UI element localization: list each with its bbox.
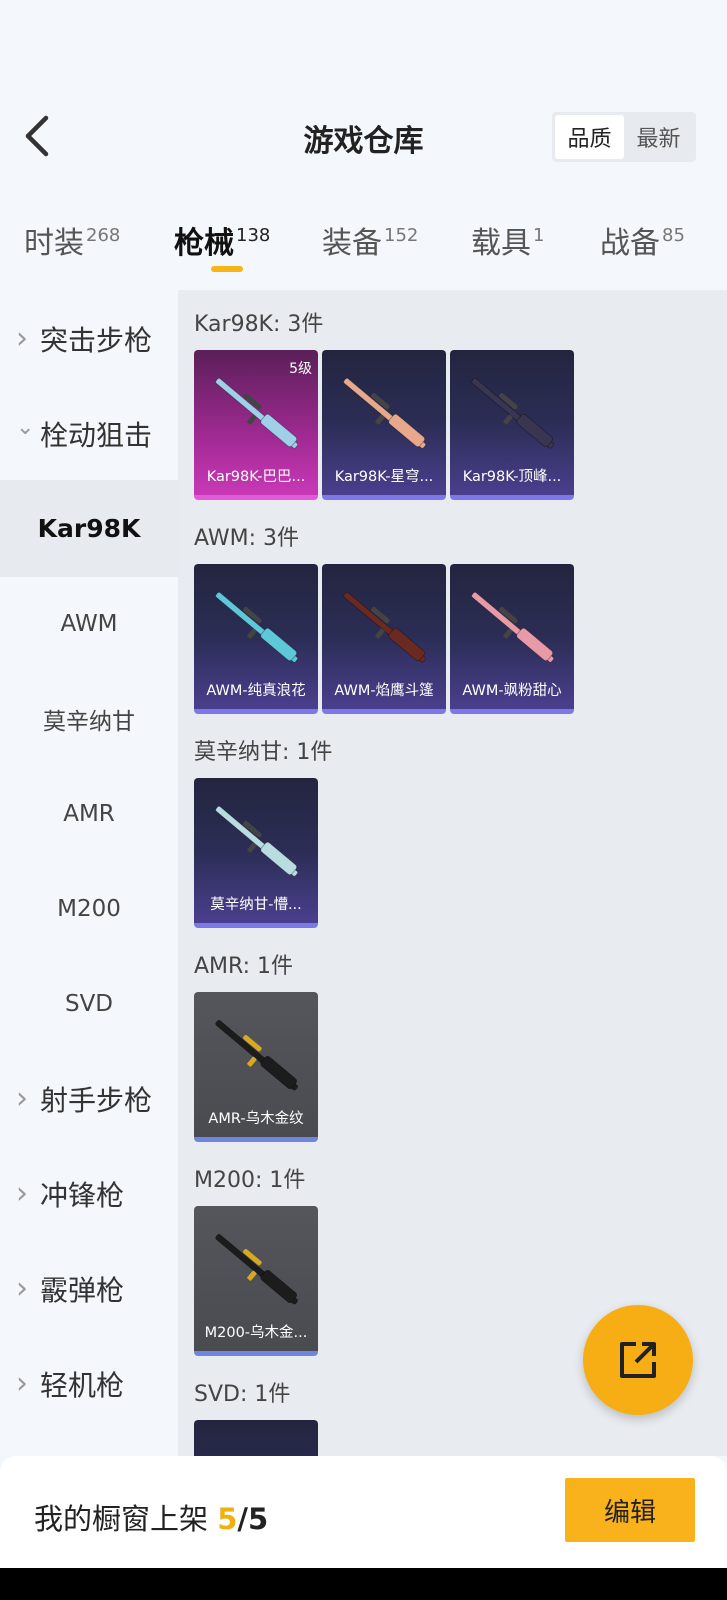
weapon-name: AWM-飒粉甜心 xyxy=(462,683,562,699)
weapon-card[interactable]: AWM-飒粉甜心 xyxy=(450,564,574,714)
sidebar-item[interactable]: › 霰弹枪 xyxy=(0,1240,178,1337)
sort-toggle: 品质 最新 xyxy=(552,112,696,162)
sidebar-item[interactable]: M200 xyxy=(0,860,178,957)
rifle-icon xyxy=(215,591,298,663)
weapon-card[interactable]: 莫辛纳甘-懵... xyxy=(194,778,318,928)
showcase-total-count: 5 xyxy=(248,1502,269,1536)
rifle-icon xyxy=(215,1019,298,1091)
rifle-icon xyxy=(215,1233,298,1305)
sidebar-item[interactable]: › 冲锋枪 xyxy=(0,1145,178,1242)
tab-label: 枪械 xyxy=(174,226,234,261)
rifle-icon xyxy=(215,377,298,449)
sidebar-item-label: 栓动狙击 xyxy=(40,418,153,452)
weapon-card[interactable]: AMR-乌木金纹 xyxy=(194,992,318,1142)
sort-newest-button[interactable]: 最新 xyxy=(624,115,693,159)
weapon-name: Kar98K-巴巴... xyxy=(206,469,306,485)
sidebar-item[interactable]: ⌄ 栓动狙击 xyxy=(0,385,178,482)
rifle-icon xyxy=(343,377,426,449)
weapon-name: AWM-纯真浪花 xyxy=(206,683,306,699)
tab-battle-gear[interactable]: 战备 85 xyxy=(600,218,685,262)
chevron-right-icon: › xyxy=(16,1366,28,1401)
weapon-type-sidebar: › 突击步枪 ⌄ 栓动狙击 Kar98K AWM 莫辛纳甘 AMR M200 SVD › 射手步枪 › 冲… xyxy=(0,290,178,1456)
tab-count: 138 xyxy=(236,225,271,246)
weapon-name: M200-乌木金... xyxy=(204,1325,308,1341)
weapon-name: AMR-乌木金纹 xyxy=(208,1111,304,1127)
sidebar-item-label: 突击步枪 xyxy=(40,323,153,357)
tab-count: 152 xyxy=(384,225,419,246)
sidebar-item[interactable]: › 射手步枪 xyxy=(0,1050,178,1147)
level-badge: 5级 xyxy=(289,361,312,377)
chevron-right-icon: › xyxy=(16,1271,28,1306)
group-title: AWM: 3件 xyxy=(194,526,299,551)
rifle-icon xyxy=(471,591,554,663)
chevron-right-icon: › xyxy=(16,321,28,356)
weapon-card[interactable]: AWM-纯真浪花 xyxy=(194,564,318,714)
showcase-separator: / xyxy=(237,1502,249,1536)
rifle-icon xyxy=(215,805,298,877)
tab-label: 载具 xyxy=(471,226,531,261)
weapon-name: Kar98K-星穹... xyxy=(334,469,434,485)
showcase-current-count: 5 xyxy=(217,1502,238,1536)
showcase-footer: 我的橱窗上架 5/5 编辑 xyxy=(0,1456,727,1568)
tab-label: 装备 xyxy=(322,226,382,261)
sidebar-item-label: 轻机枪 xyxy=(40,1368,125,1402)
active-tab-indicator xyxy=(211,266,243,272)
weapon-name: 莫辛纳甘-懵... xyxy=(210,897,302,913)
edit-button[interactable]: 编辑 xyxy=(565,1478,695,1542)
rifle-icon xyxy=(343,591,426,663)
group-title: M200: 1件 xyxy=(194,1168,306,1193)
chevron-down-icon: ⌄ xyxy=(16,415,35,440)
share-icon xyxy=(620,1342,656,1378)
weapon-card[interactable]: M200-乌木金... xyxy=(194,1206,318,1356)
sidebar-item[interactable]: 莫辛纳甘 xyxy=(0,670,178,767)
weapon-card[interactable]: Kar98K-星穹... xyxy=(322,350,446,500)
group-title: 莫辛纳甘: 1件 xyxy=(194,740,333,765)
sidebar-item[interactable]: AWM xyxy=(0,575,178,672)
sidebar-item-label: SVD xyxy=(64,990,114,1017)
sidebar-item[interactable]: SVD xyxy=(0,955,178,1052)
weapon-card[interactable] xyxy=(194,1420,318,1456)
tab-label: 战备 xyxy=(600,226,660,261)
sidebar-item-label: 霰弹枪 xyxy=(40,1273,125,1307)
group-title: AMR: 1件 xyxy=(194,954,294,979)
tab-vehicles[interactable]: 载具 1 xyxy=(471,218,544,262)
tab-label: 时装 xyxy=(24,226,84,261)
tab-guns[interactable]: 枪械 138 xyxy=(174,218,270,262)
sidebar-item[interactable]: › 轻机枪 xyxy=(0,1335,178,1432)
weapon-card[interactable]: AWM-焰鹰斗篷 xyxy=(322,564,446,714)
weapon-name: AWM-焰鹰斗篷 xyxy=(334,683,434,699)
category-tabs: 时装 268 枪械 138 装备 152 载具 1 战备 85 xyxy=(0,218,727,274)
tab-count: 85 xyxy=(662,225,685,246)
tab-count: 268 xyxy=(86,225,121,246)
system-nav-bar xyxy=(0,1568,727,1600)
group-title: SVD: 1件 xyxy=(194,1382,291,1407)
weapon-list: Kar98K: 3件 5级 Kar98K-巴巴... Kar98K-星穹... Kar9… xyxy=(178,290,727,1456)
sidebar-item-label: AWM xyxy=(60,610,118,637)
showcase-label: 我的橱窗上架 xyxy=(34,1502,209,1536)
group-title: Kar98K: 3件 xyxy=(194,312,324,337)
chevron-right-icon: › xyxy=(16,1176,28,1211)
sidebar-item-label: 冲锋枪 xyxy=(40,1178,125,1212)
chevron-right-icon: › xyxy=(16,1081,28,1116)
showcase-status: 我的橱窗上架 5/5 xyxy=(34,1496,268,1538)
weapon-name: Kar98K-顶峰... xyxy=(462,469,562,485)
share-button[interactable] xyxy=(583,1305,693,1415)
sidebar-item-label: 射手步枪 xyxy=(40,1083,153,1117)
sidebar-item[interactable]: Kar98K xyxy=(0,480,178,577)
rifle-icon xyxy=(471,377,554,449)
sidebar-item[interactable]: AMR xyxy=(0,765,178,862)
sort-quality-button[interactable]: 品质 xyxy=(555,115,624,159)
sidebar-item-label: AMR xyxy=(63,800,115,827)
tab-fashion[interactable]: 时装 268 xyxy=(24,218,120,262)
sidebar-item-label: Kar98K xyxy=(37,514,141,543)
sidebar-item-label: M200 xyxy=(57,895,121,922)
sidebar-item[interactable]: › 突击步枪 xyxy=(0,290,178,387)
tab-equipment[interactable]: 装备 152 xyxy=(322,218,418,262)
weapon-card[interactable]: 5级 Kar98K-巴巴... xyxy=(194,350,318,500)
sidebar-item-label: 莫辛纳甘 xyxy=(43,708,135,735)
weapon-card[interactable]: Kar98K-顶峰... xyxy=(450,350,574,500)
tab-count: 1 xyxy=(533,225,545,246)
